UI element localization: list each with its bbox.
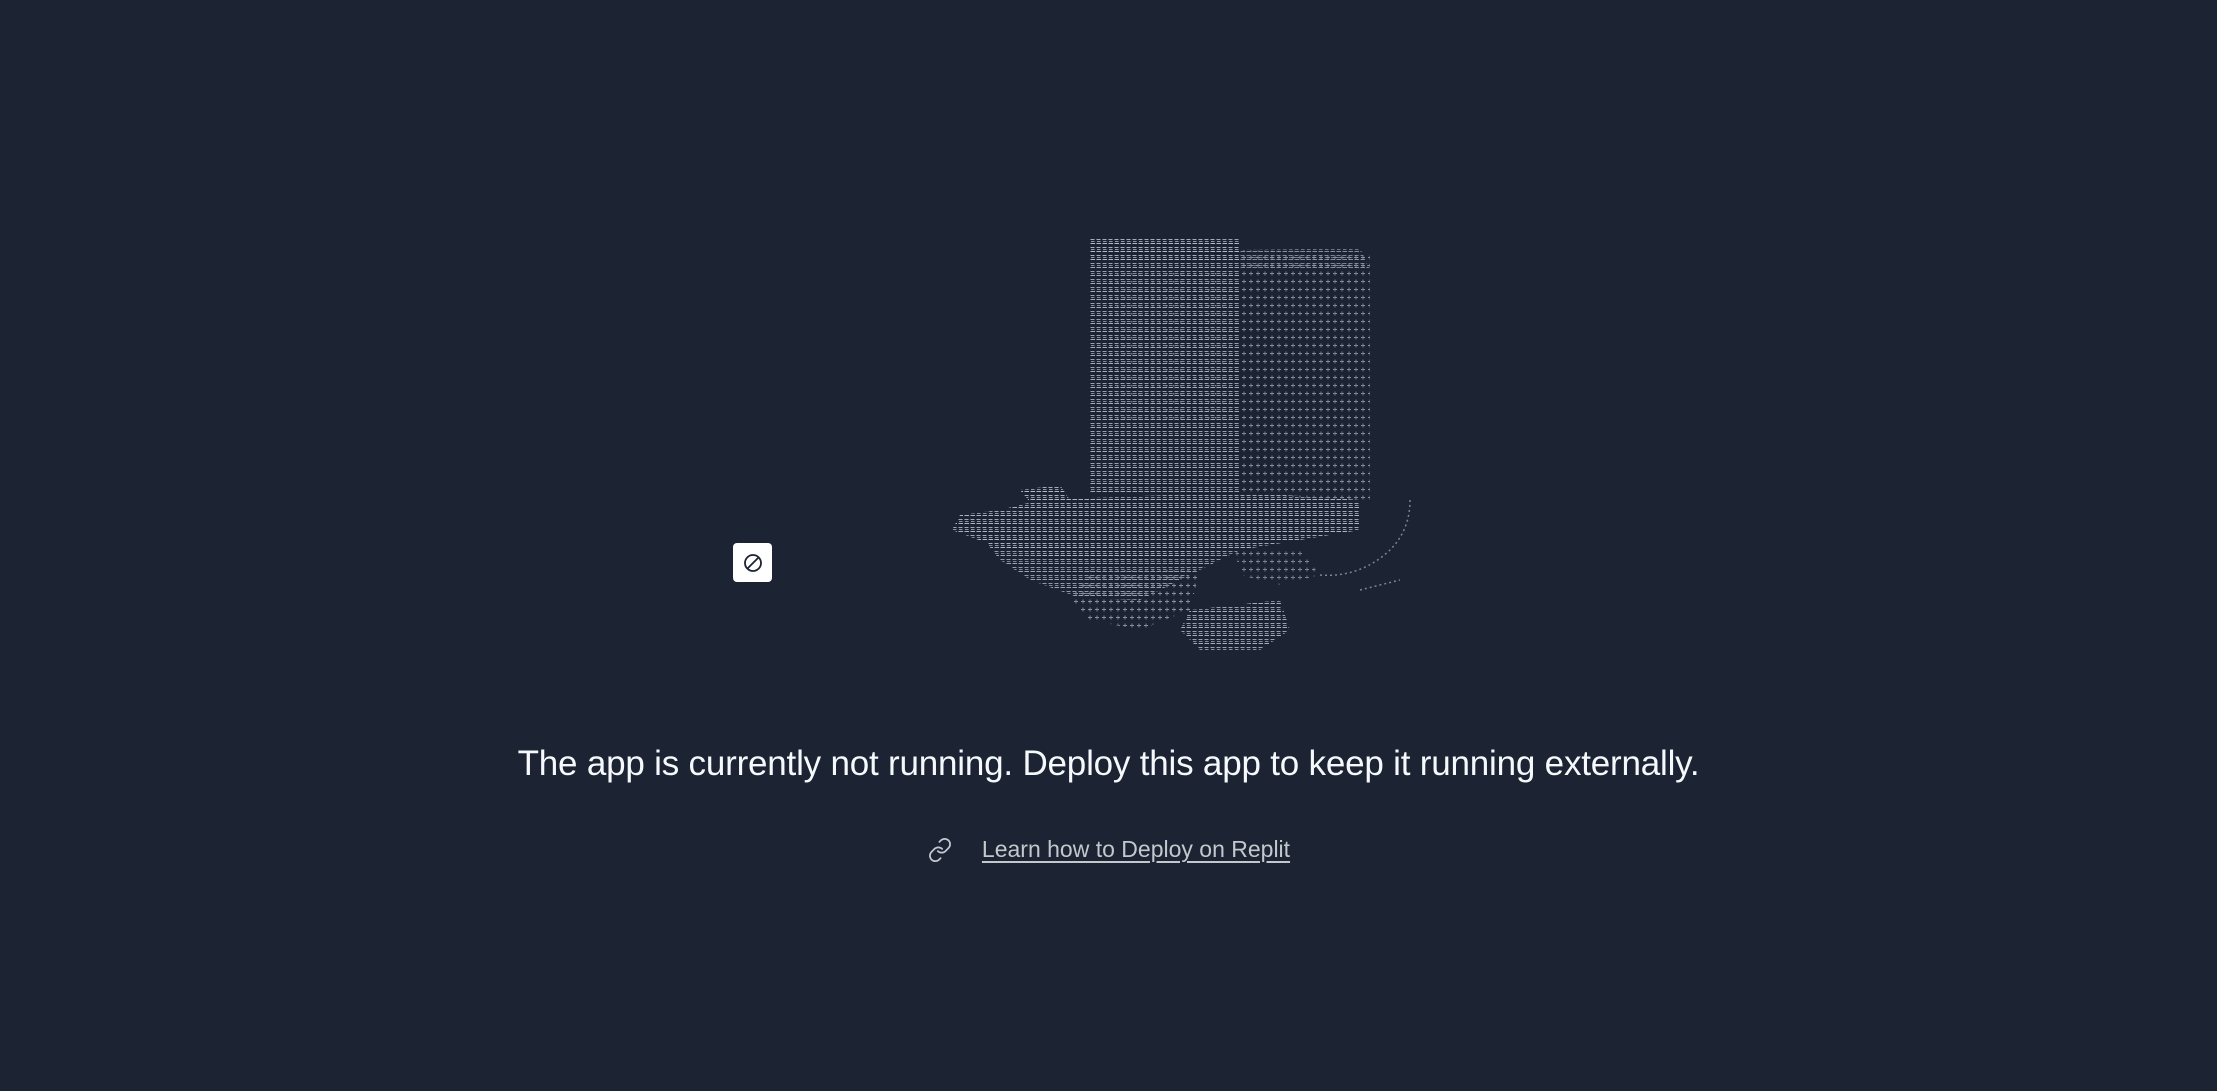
link-icon [927, 837, 953, 863]
learn-deploy-link[interactable]: Learn how to Deploy on Replit [982, 836, 1290, 863]
boot-shaft [1090, 236, 1370, 500]
ascii-art-illustration [952, 236, 1411, 650]
not-running-message: The app is currently not running. Deploy… [517, 744, 1700, 783]
not-running-page: The app is currently not running. Deploy… [0, 0, 2217, 1091]
stop-button[interactable] [733, 543, 772, 582]
boot-foot [952, 485, 1360, 650]
learn-deploy-row: Learn how to Deploy on Replit [0, 836, 2217, 863]
prohibited-icon [743, 553, 762, 572]
